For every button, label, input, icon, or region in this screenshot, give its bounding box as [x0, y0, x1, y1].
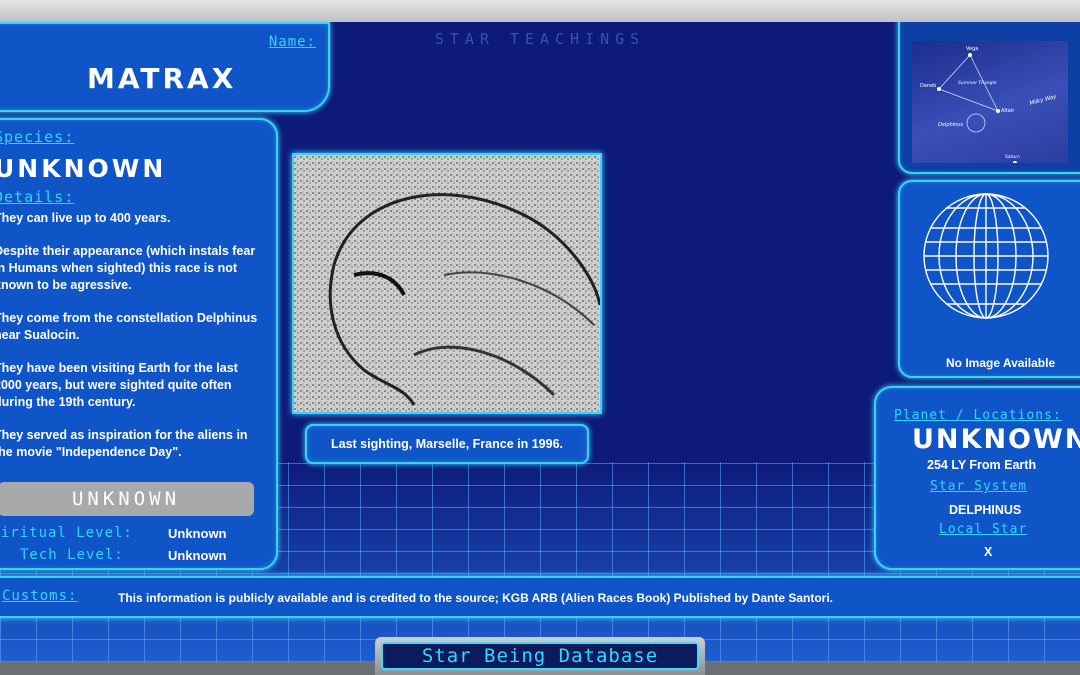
deneb-label: Deneb	[920, 83, 936, 89]
planet-location-label: Planet / Locations:	[894, 408, 1062, 423]
classification-button[interactable]: UNKNOWN	[0, 482, 254, 516]
name-panel: Name: MATRAX	[0, 22, 330, 112]
local-star-value: X	[984, 545, 993, 559]
star-map-panel: Vega Deneb Summer Triangle Altair Delphi…	[898, 22, 1080, 174]
detail-line: They can live up to 400 years.	[0, 211, 171, 225]
local-star-label: Local Star	[939, 522, 1028, 537]
customs-bar: Customs: This information is publicly av…	[0, 576, 1080, 618]
triangle-label: Summer Triangle	[958, 80, 997, 86]
species-panel: Species: UNKNOWN Details: They can live …	[0, 118, 278, 570]
species-label: Species:	[0, 128, 75, 146]
delphinus-label: Delphinus	[938, 122, 963, 128]
detail-line: They served as inspiration for the alien…	[0, 428, 248, 459]
planet-image-panel: No Image Available	[898, 180, 1080, 378]
spiritual-value: Unknown	[168, 526, 227, 541]
screen: STAR TEACHINGS Name: MATRAX Species: UNK…	[0, 22, 1080, 662]
sighting-image	[292, 153, 602, 414]
credit-text: This information is publicly available a…	[118, 591, 834, 605]
name-label: Name:	[268, 34, 316, 50]
altair-label: Altair	[1001, 108, 1015, 114]
details-label: Details:	[0, 188, 75, 206]
alien-name: MATRAX	[87, 62, 237, 95]
star-system-label: Star System	[930, 479, 1028, 494]
alien-sketch	[294, 155, 600, 412]
distance-text: 254 LY From Earth	[927, 458, 1037, 472]
detail-line: They come from the constellation Delphin…	[0, 311, 258, 342]
customs-label: Customs:	[2, 588, 78, 604]
database-tab: Star Being Database	[375, 637, 705, 675]
globe-icon	[923, 193, 1049, 319]
page-header: STAR TEACHINGS	[434, 30, 646, 48]
species-value: UNKNOWN	[0, 154, 167, 183]
top-bezel	[0, 0, 1080, 22]
database-title[interactable]: Star Being Database	[381, 642, 699, 670]
spiritual-label: Spiritual Level:	[0, 525, 133, 541]
location-panel: Planet / Locations: UNKNOWN 254 LY From …	[874, 386, 1080, 570]
planet-location-value: UNKNOWN	[912, 424, 1080, 455]
sighting-caption: Last sighting, Marselle, France in 1996.	[305, 424, 589, 464]
details-text: They can live up to 400 years. Despite t…	[0, 210, 260, 461]
star-map: Vega Deneb Summer Triangle Altair Delphi…	[912, 41, 1068, 163]
saturn-label: Saturn	[1005, 154, 1020, 160]
detail-line: They have been visiting Earth for the la…	[0, 361, 238, 409]
star-system-value: DELPHINUS	[949, 503, 1022, 517]
detail-line: Despite their appearance (which instals …	[0, 244, 256, 292]
vega-label: Vega	[966, 46, 978, 52]
no-image-caption: No Image Available	[946, 356, 1056, 370]
tech-value: Unknown	[168, 548, 227, 563]
milky-way-label: Milky Way	[1029, 94, 1058, 107]
tech-label: Tech Level:	[20, 547, 124, 563]
